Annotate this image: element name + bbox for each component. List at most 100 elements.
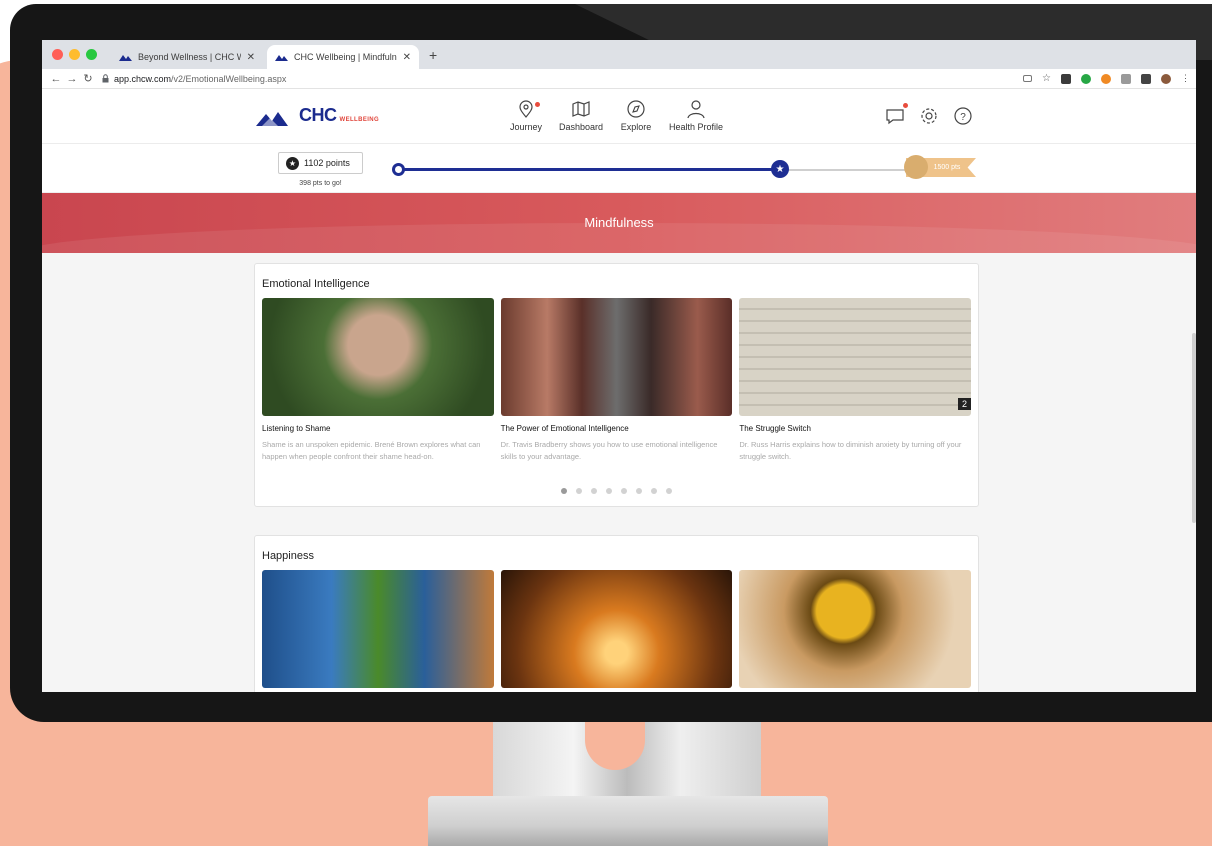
browser-tab-active[interactable]: CHC Wellbeing | Mindfulness ✕ xyxy=(267,45,419,69)
window-controls xyxy=(42,49,107,60)
map-pin-icon xyxy=(519,100,533,118)
chat-bubble-icon xyxy=(886,109,904,125)
address-bar: ← → ↻ app.chcw.com/v2/EmotionalWellbeing… xyxy=(42,69,1196,89)
cast-icon[interactable] xyxy=(1023,75,1033,82)
content-tile[interactable] xyxy=(500,570,733,688)
nav-label: Explore xyxy=(620,122,652,132)
maximize-window-button[interactable] xyxy=(86,49,97,60)
section-title: Emotional Intelligence xyxy=(262,278,370,290)
nav-label: Dashboard xyxy=(559,122,604,132)
nav-journey[interactable]: Journey xyxy=(507,99,545,132)
nav-explore[interactable]: Explore xyxy=(617,99,655,132)
site-header: CHC WELLBEING Journey Dashboard Explore xyxy=(42,89,1196,144)
minimize-window-button[interactable] xyxy=(69,49,80,60)
section-title: Happiness xyxy=(262,550,314,562)
new-tab-button[interactable]: + xyxy=(419,47,447,63)
scrollbar[interactable] xyxy=(1192,333,1196,523)
points-to-go: 398 pts to go! xyxy=(299,180,342,187)
tile-title: The Power of Emotional Intelligence xyxy=(500,424,629,433)
tile-description: Dr. Travis Bradberry shows you how to us… xyxy=(500,440,718,461)
browser-tab-bar: Beyond Wellness | CHC Wellbe ✕ CHC Wellb… xyxy=(42,40,1196,69)
pagination-dot[interactable] xyxy=(591,488,597,495)
monitor-base xyxy=(428,796,828,846)
pagination-dot[interactable] xyxy=(636,488,642,495)
content-tile[interactable]: 2 The Struggle Switch Dr. Russ Harris ex… xyxy=(739,298,972,462)
points-value: 1102 points xyxy=(304,158,350,168)
goal-badge-icon xyxy=(904,155,928,179)
browser-tab[interactable]: Beyond Wellness | CHC Wellbe ✕ xyxy=(111,45,263,69)
main-content: Emotional Intelligence Listening to Sham… xyxy=(42,253,1196,692)
points-badge: ★ 1102 points xyxy=(278,152,363,174)
tile-description: Shame is an unspoken epidemic. Brené Bro… xyxy=(262,440,481,461)
content-tile[interactable] xyxy=(739,570,972,688)
points-progress: ★ 1102 points 398 pts to go! ★ 1500 pts xyxy=(42,144,1196,193)
tile-image xyxy=(739,570,972,688)
puzzle-icon[interactable] xyxy=(1141,73,1151,84)
content-tile[interactable] xyxy=(262,570,494,688)
notification-dot xyxy=(903,103,908,108)
content-carousel xyxy=(255,570,978,688)
help-icon: ? xyxy=(954,107,972,125)
compass-icon xyxy=(627,100,645,118)
content-tile[interactable]: Listening to Shame Shame is an unspoken … xyxy=(262,298,494,462)
pagination-dot[interactable] xyxy=(666,488,672,495)
content-tile[interactable]: The Power of Emotional Intelligence Dr. … xyxy=(500,298,733,462)
chc-logo[interactable]: CHC WELLBEING xyxy=(256,105,379,126)
logo-subtext: WELLBEING xyxy=(339,117,380,123)
page-hero: Mindfulness xyxy=(42,193,1196,253)
back-icon[interactable]: ← xyxy=(48,73,64,85)
menu-icon[interactable]: ⋮ xyxy=(1181,73,1190,84)
svg-text:?: ? xyxy=(960,112,966,123)
monitor-screen: Beyond Wellness | CHC Wellbe ✕ CHC Wellb… xyxy=(42,40,1196,692)
settings-button[interactable] xyxy=(919,106,939,131)
url-host: app.chcw.com xyxy=(114,73,172,84)
grammarly-icon[interactable] xyxy=(1081,73,1091,84)
section-card: Happiness xyxy=(254,535,979,692)
lock-icon xyxy=(102,74,109,83)
tile-image: 2 xyxy=(739,298,972,416)
help-button[interactable]: ? xyxy=(953,106,973,131)
close-tab-icon[interactable]: ✕ xyxy=(403,52,411,63)
content-carousel: Listening to Shame Shame is an unspoken … xyxy=(255,298,978,462)
nav-health-profile[interactable]: Health Profile xyxy=(669,99,723,132)
progress-track-filled xyxy=(399,168,779,171)
pagination-dot[interactable] xyxy=(606,488,612,495)
pagination-dot[interactable] xyxy=(561,488,567,495)
url-field[interactable]: app.chcw.com/v2/EmotionalWellbeing.aspx xyxy=(102,74,286,84)
pagination-dot[interactable] xyxy=(621,488,627,495)
progress-star-marker: ★ xyxy=(771,160,789,178)
extensions-toolbar: ☆ ⋮ xyxy=(1023,73,1196,84)
messages-button[interactable] xyxy=(885,103,908,131)
mountain-icon xyxy=(119,55,132,61)
tile-image xyxy=(262,570,494,688)
map-icon xyxy=(572,101,590,117)
header-actions: ? xyxy=(885,103,973,131)
forward-icon[interactable]: → xyxy=(64,73,80,85)
tile-image xyxy=(500,298,733,416)
gear-icon xyxy=(921,108,937,124)
close-tab-icon[interactable]: ✕ xyxy=(247,52,255,63)
star-icon[interactable]: ☆ xyxy=(1042,73,1051,84)
tile-image xyxy=(500,570,733,688)
extension-icon[interactable] xyxy=(1101,73,1111,84)
extension-icon[interactable] xyxy=(1061,73,1071,84)
nav-label: Health Profile xyxy=(669,122,724,132)
main-navigation: Journey Dashboard Explore Health Profile xyxy=(507,99,723,132)
progress-start-node xyxy=(392,163,405,176)
tab-title: CHC Wellbeing | Mindfulness xyxy=(294,52,397,62)
close-window-button[interactable] xyxy=(52,49,63,60)
reload-icon[interactable]: ↻ xyxy=(80,72,96,85)
desktop-backdrop: Beyond Wellness | CHC Wellbe ✕ CHC Wellb… xyxy=(0,0,1212,846)
url-path: /v2/EmotionalWellbeing.aspx xyxy=(171,73,287,84)
star-icon: ★ xyxy=(286,156,299,170)
pagination-dot[interactable] xyxy=(651,488,657,495)
notification-dot xyxy=(535,102,540,107)
slide-badge: 2 xyxy=(958,398,972,410)
mountain-icon xyxy=(275,55,288,61)
carousel-pagination xyxy=(255,488,978,495)
pagination-dot[interactable] xyxy=(576,488,582,495)
extension-icon[interactable] xyxy=(1121,73,1131,84)
profile-avatar[interactable] xyxy=(1161,73,1171,84)
nav-dashboard[interactable]: Dashboard xyxy=(559,99,603,132)
nav-label: Journey xyxy=(509,122,543,132)
